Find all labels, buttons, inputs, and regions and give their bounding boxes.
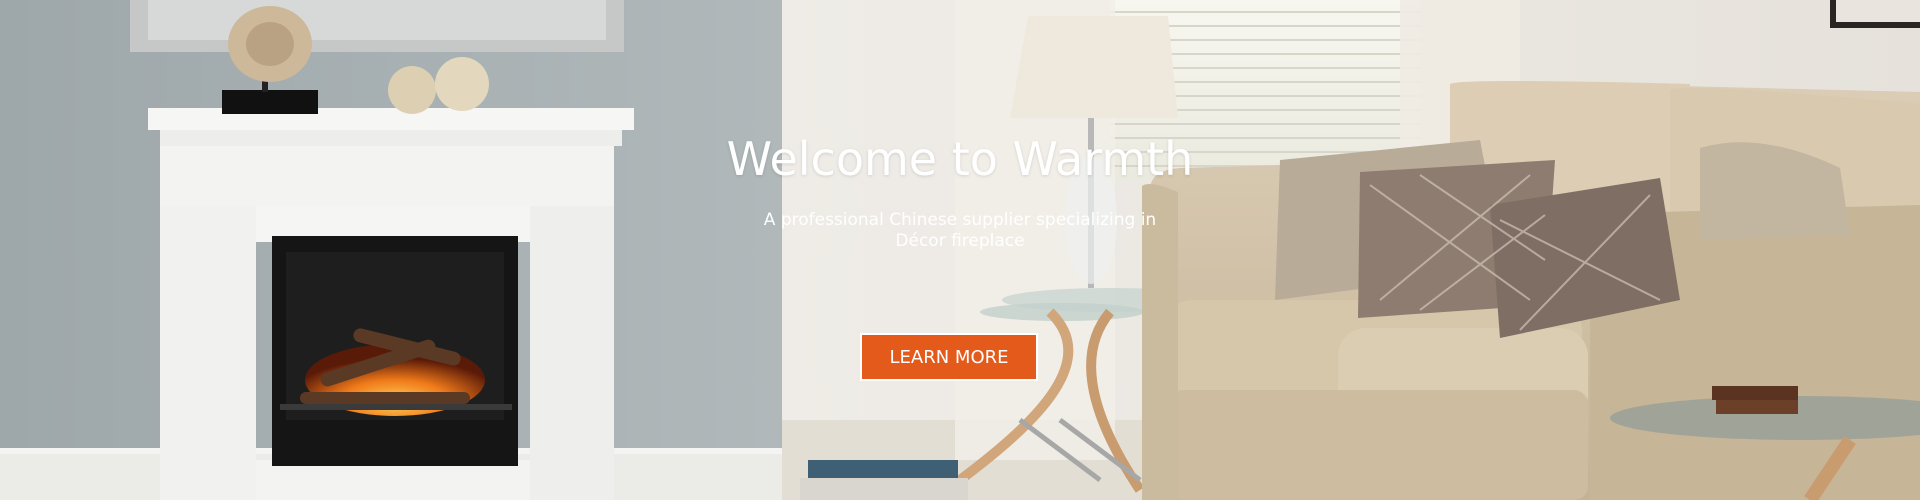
hero-banner: Welcome to Warmth A professional Chinese… bbox=[0, 0, 1920, 500]
hero-subtitle: A professional Chinese supplier speciali… bbox=[763, 210, 1157, 251]
hero-title: Welcome to Warmth bbox=[726, 132, 1194, 186]
learn-more-button[interactable]: LEARN MORE bbox=[860, 333, 1038, 381]
